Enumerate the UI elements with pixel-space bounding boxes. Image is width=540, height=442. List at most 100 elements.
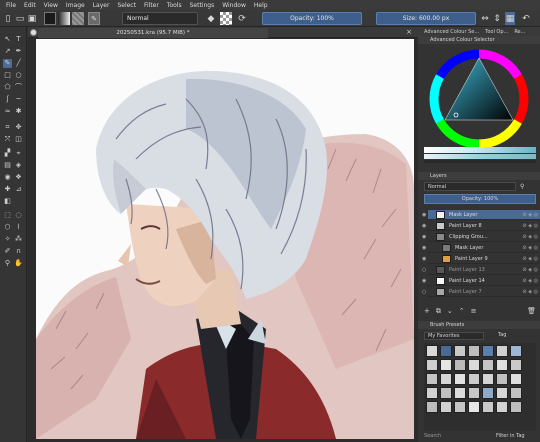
colour-history-strip[interactable] [424, 147, 536, 153]
line-tool-icon[interactable]: ╱ [14, 59, 23, 68]
smart-patch-icon[interactable]: ▞ [3, 149, 12, 158]
filter-in-tag-checkbox[interactable]: Filter in Tag [496, 433, 525, 439]
menu-image[interactable]: Image [66, 2, 85, 9]
layer-blend-mode-select[interactable]: Normal [424, 182, 516, 191]
open-document-icon[interactable]: ▭ [15, 12, 25, 25]
polyline-tool-icon[interactable]: ⌒ [14, 83, 23, 92]
measure-tool-icon[interactable]: ⊿ [14, 185, 23, 194]
eraser-mode-icon[interactable]: ◆ [206, 12, 216, 25]
similar-select-icon[interactable]: ⁂ [14, 235, 23, 244]
gradient-tool-icon[interactable]: ▤ [3, 161, 12, 170]
transform-tool-icon[interactable]: ⤧ [3, 135, 12, 144]
brush-preset[interactable] [496, 387, 508, 399]
contiguous-select-icon[interactable]: ✧ [3, 235, 12, 244]
polygon-tool-icon[interactable]: ⬠ [3, 83, 12, 92]
add-layer-icon[interactable]: + [424, 307, 430, 315]
layer-row[interactable]: ◉ Clipping Grou... ⊘ ◈ ◎ [422, 232, 540, 242]
move-tool-icon[interactable]: ✥ [14, 123, 23, 132]
brush-preset[interactable] [468, 359, 480, 371]
brush-search-placeholder[interactable]: Search [424, 433, 441, 439]
brush-preset[interactable] [482, 387, 494, 399]
brush-preset[interactable] [440, 387, 452, 399]
brush-preset[interactable] [468, 401, 480, 413]
bezier-select-icon[interactable]: ✐ [3, 247, 12, 256]
menu-help[interactable]: Help [254, 2, 268, 9]
preserve-alpha-icon[interactable] [220, 12, 232, 25]
eye-icon[interactable]: ◉ [422, 276, 428, 286]
menu-file[interactable]: File [6, 2, 16, 9]
brush-preset[interactable] [482, 359, 494, 371]
layer-flags-icon[interactable]: ⊘ ◈ ◎ [522, 232, 538, 242]
duplicate-layer-icon[interactable]: ⧉ [436, 307, 441, 316]
layer-row[interactable]: ◉ Paint Layer 9 ⊘ ◈ ◎ [422, 254, 540, 264]
brush-preset[interactable] [426, 373, 438, 385]
brush-preset[interactable] [510, 345, 522, 357]
enclose-fill-icon[interactable]: ◉ [3, 173, 12, 182]
layer-properties-icon[interactable]: ≡ [471, 307, 477, 315]
colour-slider-bar[interactable] [424, 160, 536, 163]
mirror-horizontal-icon[interactable]: ⇔ [480, 12, 490, 25]
fill-tool-icon[interactable]: ◈ [14, 161, 23, 170]
layer-row[interactable]: ◉ Paint Layer 8 ⊘ ◈ ◎ [422, 221, 540, 231]
brush-preset[interactable] [454, 401, 466, 413]
menu-select[interactable]: Select [117, 2, 136, 9]
brush-preset[interactable] [468, 387, 480, 399]
menu-window[interactable]: Window [222, 2, 246, 9]
brush-preset[interactable] [440, 359, 452, 371]
crop-tool-icon[interactable]: ⌗ [3, 123, 12, 132]
menu-filter[interactable]: Filter [144, 2, 159, 9]
layer-flags-icon[interactable]: ⊘ ◈ ◎ [522, 210, 538, 220]
brush-tag-select[interactable]: My Favorites [424, 332, 484, 340]
move-down-icon[interactable]: ⌄ [447, 307, 453, 315]
layer-row[interactable]: ◉ Paint Layer 14 ⊘ ◈ ◎ [422, 276, 540, 286]
multibrush-icon[interactable]: ✱ [14, 107, 23, 116]
move-up-icon[interactable]: ⌃ [459, 307, 465, 315]
size-slider[interactable]: Size: 600.00 px [376, 12, 476, 25]
layer-opacity-slider[interactable]: Opacity: 100% [424, 194, 536, 204]
new-document-icon[interactable]: ▯ [3, 12, 13, 25]
brush-preset[interactable] [440, 373, 452, 385]
brush-preset[interactable] [482, 373, 494, 385]
brush-preset-icon[interactable]: ✎ [88, 12, 100, 25]
brush-preset[interactable] [440, 345, 452, 357]
brush-preset[interactable] [426, 345, 438, 357]
save-icon[interactable]: ▣ [27, 12, 37, 25]
brush-preset[interactable] [454, 387, 466, 399]
delete-layer-icon[interactable]: 🗑 [527, 307, 536, 315]
bezier-tool-icon[interactable]: ʃ [3, 95, 12, 104]
assistant-tool-icon[interactable]: ✚ [3, 185, 12, 194]
document-tab[interactable]: 20250531.kra (95.7 MiB) * [38, 28, 268, 38]
dynamic-brush-icon[interactable]: ≈ [3, 107, 12, 116]
reference-tool-icon[interactable]: ◧ [3, 197, 12, 206]
color-picker-icon[interactable]: ⌖ [14, 149, 23, 158]
wrap-icon[interactable]: ▦ [505, 12, 515, 25]
eye-hidden-icon[interactable]: ○ [422, 265, 428, 275]
eye-icon[interactable]: ◉ [422, 221, 428, 231]
edit-shapes-icon[interactable]: ↗ [3, 47, 12, 56]
brush-preset[interactable] [496, 345, 508, 357]
eye-icon[interactable]: ◉ [422, 210, 428, 220]
colorize-mask-icon[interactable]: ❖ [14, 173, 23, 182]
brush-preset[interactable] [510, 359, 522, 371]
zoom-tool-icon[interactable]: ⚲ [3, 259, 12, 268]
rect-select-icon[interactable]: ⬚ [3, 211, 12, 220]
menu-view[interactable]: View [44, 2, 58, 9]
filter-icon[interactable]: ⚲ [520, 183, 524, 190]
ellipse-tool-icon[interactable]: ○ [14, 71, 23, 80]
brush-preset[interactable] [468, 373, 480, 385]
undo-icon[interactable]: ↶ [520, 12, 532, 25]
menu-settings[interactable]: Settings [190, 2, 215, 9]
colour-shades-strip[interactable] [424, 154, 536, 159]
menu-edit[interactable]: Edit [24, 2, 36, 9]
rectangle-tool-icon[interactable]: □ [3, 71, 12, 80]
pan-tool-icon[interactable]: ✋ [14, 259, 23, 268]
layer-flags-icon[interactable]: ⊘ ◈ ◎ [522, 276, 538, 286]
brush-preset[interactable] [496, 401, 508, 413]
brush-preset[interactable] [426, 359, 438, 371]
colour-wheel[interactable] [426, 46, 532, 152]
gradient-swatch[interactable] [58, 12, 70, 25]
eye-icon[interactable]: ◉ [422, 232, 428, 242]
brush-preset[interactable] [510, 401, 522, 413]
layer-row[interactable]: ◉ Mask Layer ⊘ ◈ ◎ [422, 243, 540, 253]
eye-icon[interactable]: ◉ [422, 243, 428, 253]
